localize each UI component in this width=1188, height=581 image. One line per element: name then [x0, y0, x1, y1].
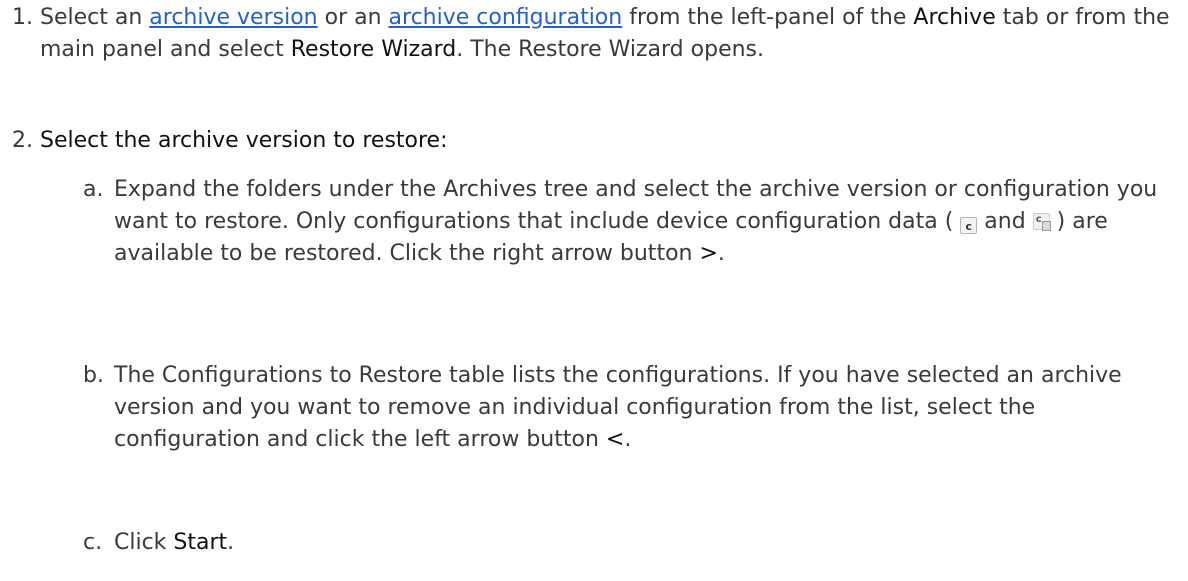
- substep-letter: c.: [83, 530, 103, 555]
- config-data-icon: c: [960, 217, 978, 234]
- substep-b-text: The Configurations to Restore table list…: [114, 363, 1122, 452]
- step-number: 1.: [12, 5, 33, 30]
- step-2-heading: Select the archive version to restore:: [40, 128, 448, 153]
- archive-configuration-link[interactable]: archive configuration: [389, 5, 623, 30]
- substep-b: b. The Configurations to Restore table l…: [83, 360, 1178, 456]
- step-1-text: Select an archive version or an archive …: [40, 5, 1170, 62]
- substep-c-text: Click Start.: [114, 530, 235, 555]
- substep-letter: a.: [83, 177, 104, 202]
- substep-a-text: Expand the folders under the Archives tr…: [114, 177, 1158, 266]
- right-arrow-button-label: >: [699, 241, 718, 266]
- step-2: 2. Select the archive version to restore…: [12, 125, 1178, 157]
- substep-c: c. Click Start.: [83, 527, 1178, 559]
- config-item-icon: c: [1032, 213, 1051, 231]
- substep-a: a. Expand the folders under the Archives…: [83, 174, 1178, 270]
- step-number: 2.: [12, 128, 33, 153]
- restore-wizard-label: Restore Wizard: [290, 37, 457, 62]
- archive-version-link[interactable]: archive version: [149, 5, 317, 30]
- left-arrow-button-label: <: [605, 427, 625, 452]
- substep-letter: b.: [83, 363, 104, 388]
- start-button-label: Start: [173, 530, 228, 555]
- document: 1. Select an archive version or an archi…: [0, 0, 1188, 581]
- step-1: 1. Select an archive version or an archi…: [12, 2, 1178, 66]
- archive-tab-label: Archive: [913, 5, 996, 30]
